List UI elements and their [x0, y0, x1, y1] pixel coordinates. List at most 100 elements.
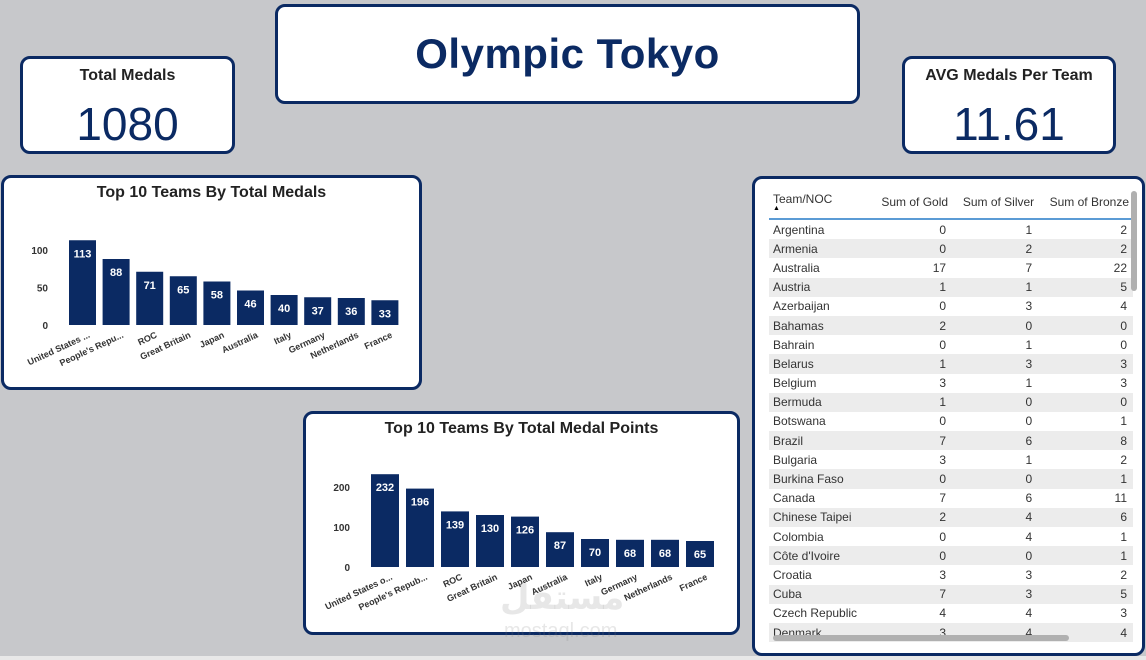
- cell-gold: 0: [939, 529, 947, 544]
- table-row[interactable]: Bahrain 0 1 0: [769, 335, 1133, 354]
- sort-ascending-icon: ▲: [773, 205, 780, 212]
- bar[interactable]: [203, 281, 231, 326]
- cell-gold: 0: [939, 222, 947, 237]
- cell-silver: 3: [952, 584, 1039, 604]
- data-label: 130: [481, 523, 499, 535]
- y-tick-label: 0: [42, 321, 48, 332]
- cell-bronze: 1: [1120, 414, 1127, 429]
- cell-bronze: 5: [1038, 277, 1133, 297]
- data-label: 58: [211, 290, 223, 302]
- table-row[interactable]: Burkina Faso 0 0 1: [769, 469, 1133, 489]
- horizontal-scrollbar[interactable]: [773, 635, 1069, 641]
- data-label: 196: [411, 497, 429, 509]
- cell-gold: 4: [939, 606, 947, 621]
- avg-medals-card[interactable]: AVG Medals Per Team 11.61: [902, 56, 1116, 154]
- cell-team: Austria: [769, 277, 872, 297]
- cell-team: Colombia: [773, 529, 824, 544]
- cell-silver: 1: [952, 277, 1039, 297]
- cell-bronze: 3: [1120, 606, 1127, 621]
- cell-gold: 3: [939, 452, 947, 467]
- watermark-logo: مستقل: [500, 579, 625, 617]
- cell-gold: 3: [939, 376, 947, 391]
- data-label: 232: [376, 482, 394, 494]
- cell-bronze: 2: [1120, 452, 1127, 467]
- cell-silver: 4: [952, 507, 1039, 527]
- cell-team: Bulgaria: [773, 452, 818, 467]
- page-title: Olympic Tokyo: [415, 30, 720, 77]
- cell-gold: 1: [871, 354, 953, 374]
- cell-team: Azerbaijan: [773, 299, 830, 314]
- table-row[interactable]: Belarus 1 3 3: [769, 354, 1133, 374]
- column-header-team[interactable]: Team/NOC ▲: [769, 189, 872, 220]
- cell-bronze: 5: [1038, 584, 1133, 604]
- table-row[interactable]: Bermuda 1 0 0: [769, 392, 1133, 412]
- top-teams-total-medals-chart[interactable]: Top 10 Teams By Total Medals 0 50 100 113 Un…: [1, 175, 422, 390]
- cell-gold: 0: [871, 239, 953, 259]
- medals-table-card[interactable]: Team/NOC ▲ Sum of Gold Sum of Silver Sum…: [752, 176, 1145, 656]
- cell-bronze: 1: [1038, 469, 1133, 489]
- table-row[interactable]: Canada 7 6 11: [769, 489, 1133, 508]
- vertical-scrollbar[interactable]: [1131, 191, 1137, 291]
- data-label: 33: [379, 308, 391, 320]
- data-label: 46: [244, 299, 256, 311]
- cell-silver: 1: [1025, 452, 1033, 467]
- cell-team: Brazil: [769, 431, 872, 451]
- table-row[interactable]: Botswana 0 0 1: [769, 412, 1133, 431]
- table-row[interactable]: Cuba 7 3 5: [769, 584, 1133, 604]
- cell-team: Burkina Faso: [769, 469, 872, 489]
- table-row[interactable]: Armenia 0 2 2: [769, 239, 1133, 259]
- cell-bronze: 22: [1113, 260, 1127, 275]
- table-row[interactable]: Belgium 3 1 3: [769, 374, 1133, 393]
- cell-gold: 2: [871, 315, 953, 336]
- data-label: 88: [110, 267, 122, 279]
- cell-gold: 3: [939, 567, 947, 582]
- bottom-bar: [0, 656, 1146, 660]
- cell-silver: 4: [1025, 606, 1033, 621]
- cell-gold: 1: [871, 277, 953, 297]
- cell-gold: 0: [939, 299, 947, 314]
- cell-team: Canada: [773, 491, 816, 506]
- cell-team: Argentina: [773, 222, 825, 237]
- cell-silver: 1: [1025, 222, 1033, 237]
- data-label: 68: [624, 548, 636, 560]
- table-row[interactable]: Argentina 0 1 2: [769, 219, 1133, 239]
- table-row[interactable]: Côte d'Ivoire 0 0 1: [769, 546, 1133, 566]
- column-header-bronze[interactable]: Sum of Bronze: [1038, 189, 1133, 220]
- data-label: 71: [144, 280, 156, 292]
- cell-team: Bahamas: [769, 315, 872, 336]
- table-row[interactable]: Colombia 0 4 1: [769, 527, 1133, 546]
- cell-silver: 2: [952, 239, 1039, 259]
- cell-silver: 0: [952, 546, 1039, 566]
- column-header-label: Team/NOC: [773, 192, 833, 206]
- table-row[interactable]: Chinese Taipei 2 4 6: [769, 507, 1133, 527]
- column-header-gold[interactable]: Sum of Gold: [871, 189, 953, 220]
- data-label: 65: [694, 549, 706, 561]
- table-row[interactable]: Czech Republic 4 4 3: [769, 604, 1133, 623]
- cell-team: Cuba: [769, 584, 872, 604]
- cell-team: Croatia: [773, 567, 812, 582]
- data-label: 65: [177, 284, 189, 296]
- column-header-silver[interactable]: Sum of Silver: [952, 189, 1039, 220]
- table-row[interactable]: Australia 17 7 22: [769, 258, 1133, 277]
- cell-team: Côte d'Ivoire: [769, 546, 872, 566]
- cell-gold: 7: [871, 431, 953, 451]
- table-row[interactable]: Austria 1 1 5: [769, 277, 1133, 297]
- table-row[interactable]: Bahamas 2 0 0: [769, 315, 1133, 336]
- cell-bronze: 6: [1038, 507, 1133, 527]
- data-label: 37: [312, 305, 324, 317]
- table-row[interactable]: Bulgaria 3 1 2: [769, 450, 1133, 469]
- cell-bronze: 2: [1120, 567, 1127, 582]
- cell-bronze: 2: [1120, 222, 1127, 237]
- cell-silver: 3: [952, 354, 1039, 374]
- table-row[interactable]: Azerbaijan 0 3 4: [769, 297, 1133, 316]
- table-row[interactable]: Brazil 7 6 8: [769, 431, 1133, 451]
- x-tick-label: France: [678, 572, 709, 594]
- medals-table[interactable]: Team/NOC ▲ Sum of Gold Sum of Silver Sum…: [769, 189, 1133, 643]
- bar-chart-total-medals[interactable]: 050100 113United States ...88People's Rep…: [4, 178, 419, 387]
- data-label: 113: [74, 248, 92, 260]
- cell-silver: 0: [952, 315, 1039, 336]
- total-medals-card[interactable]: Total Medals 1080: [20, 56, 235, 154]
- cell-bronze: 1: [1038, 546, 1133, 566]
- table-row[interactable]: Croatia 3 3 2: [769, 565, 1133, 584]
- cell-bronze: 4: [1120, 299, 1127, 314]
